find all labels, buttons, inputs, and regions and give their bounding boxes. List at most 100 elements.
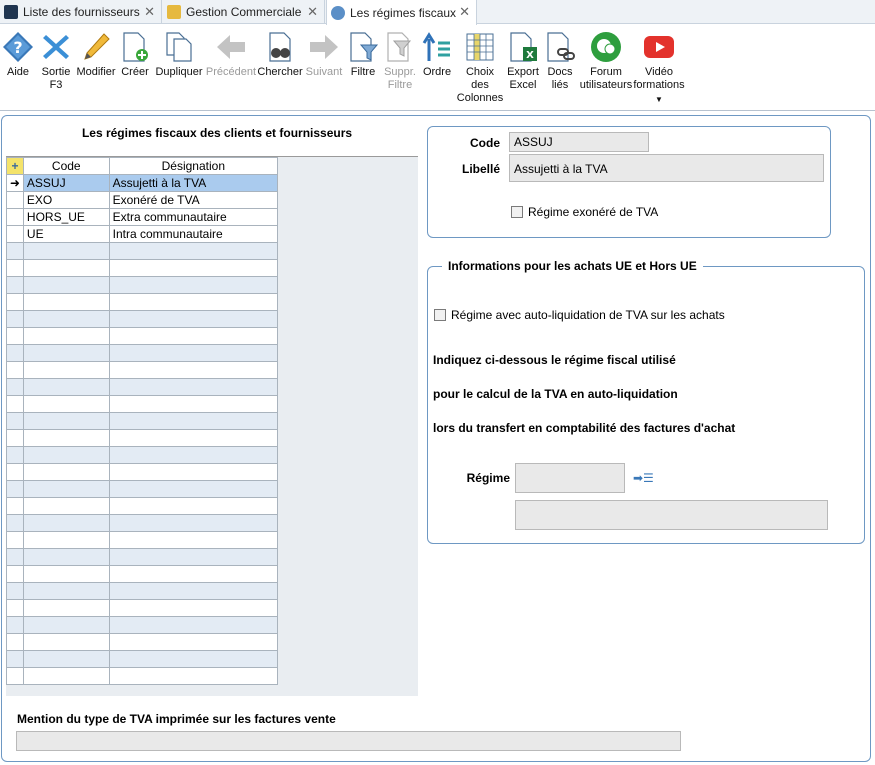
tab-regimes-fiscaux[interactable]: Les régimes fiscaux ✕ [326,0,477,25]
empty-cell[interactable] [22,565,110,583]
empty-cell[interactable] [6,310,24,328]
empty-cell[interactable] [22,497,110,515]
empty-table-row[interactable] [6,293,279,311]
empty-cell[interactable] [22,650,110,668]
empty-table-row[interactable] [6,582,279,600]
empty-table-row[interactable] [6,344,279,362]
checkbox-box[interactable] [511,206,523,218]
empty-cell[interactable] [6,650,24,668]
empty-table-row[interactable] [6,548,279,566]
empty-cell[interactable] [6,344,24,362]
empty-cell[interactable] [22,616,110,634]
empty-cell[interactable] [6,463,24,481]
suivant-button[interactable]: Suivant [304,31,344,79]
empty-cell[interactable] [22,531,110,549]
empty-cell[interactable] [108,310,279,328]
empty-cell[interactable] [6,395,24,413]
empty-table-row[interactable] [6,480,279,498]
empty-cell[interactable] [108,667,279,685]
empty-cell[interactable] [6,259,24,277]
cell-code[interactable]: ASSUJ [22,174,110,192]
empty-cell[interactable] [108,531,279,549]
empty-cell[interactable] [108,616,279,634]
empty-table-row[interactable] [6,616,279,634]
aide-button[interactable]: ? Aide [3,31,33,79]
empty-table-row[interactable] [6,378,279,396]
video-formations-button[interactable]: Vidéo formations ▼ [632,31,686,106]
column-header-code[interactable]: Code [22,157,110,175]
empty-table-row[interactable] [6,565,279,583]
ordre-button[interactable]: Ordre [421,31,453,79]
empty-table-row[interactable] [6,310,279,328]
empty-cell[interactable] [108,650,279,668]
docs-lies-button[interactable]: Docs liés [544,31,576,92]
empty-table-row[interactable] [6,242,279,260]
empty-cell[interactable] [6,412,24,430]
empty-cell[interactable] [6,242,24,260]
autoliquidation-checkbox[interactable]: Régime avec auto-liquidation de TVA sur … [434,308,725,322]
empty-cell[interactable] [6,429,24,447]
empty-cell[interactable] [22,480,110,498]
regimes-grid[interactable]: + Code Désignation ➜ ASSUJ Assujetti à l… [6,156,418,696]
empty-cell[interactable] [22,514,110,532]
close-icon[interactable]: ✕ [144,4,155,20]
dupliquer-button[interactable]: Dupliquer [154,31,204,79]
empty-table-row[interactable] [6,412,279,430]
empty-table-row[interactable] [6,463,279,481]
empty-cell[interactable] [22,344,110,362]
creer-button[interactable]: Créer [119,31,151,79]
modifier-button[interactable]: Modifier [76,31,116,79]
empty-table-row[interactable] [6,514,279,532]
empty-cell[interactable] [108,548,279,566]
empty-cell[interactable] [108,361,279,379]
empty-cell[interactable] [108,293,279,311]
tab-gestion-commerciale[interactable]: Gestion Commerciale ✕ [163,0,325,24]
code-field[interactable]: ASSUJ [509,132,649,152]
empty-table-row[interactable] [6,429,279,447]
empty-cell[interactable] [108,242,279,260]
empty-table-row[interactable] [6,667,279,685]
empty-cell[interactable] [6,293,24,311]
choix-colonnes-button[interactable]: Choix des Colonnes [457,31,503,105]
empty-cell[interactable] [108,463,279,481]
empty-cell[interactable] [6,327,24,345]
empty-cell[interactable] [108,599,279,617]
cell-code[interactable]: UE [22,225,110,243]
sortie-button[interactable]: Sortie F3 [40,31,72,92]
filtre-button[interactable]: Filtre [348,31,379,79]
empty-cell[interactable] [22,633,110,651]
forum-button[interactable]: Forum utilisateurs [579,31,633,92]
empty-table-row[interactable] [6,650,279,668]
empty-cell[interactable] [108,633,279,651]
empty-cell[interactable] [22,293,110,311]
empty-cell[interactable] [6,548,24,566]
empty-cell[interactable] [22,395,110,413]
close-icon[interactable]: ✕ [307,4,318,20]
empty-table-row[interactable] [6,446,279,464]
empty-cell[interactable] [108,565,279,583]
empty-table-row[interactable] [6,395,279,413]
empty-cell[interactable] [22,548,110,566]
suppr-filtre-button[interactable]: Suppr. Filtre [383,31,417,92]
empty-cell[interactable] [22,310,110,328]
empty-table-row[interactable] [6,276,279,294]
close-icon[interactable]: ✕ [459,4,470,20]
empty-cell[interactable] [22,412,110,430]
empty-cell[interactable] [22,259,110,277]
empty-table-row[interactable] [6,327,279,345]
empty-cell[interactable] [22,599,110,617]
empty-cell[interactable] [108,514,279,532]
empty-cell[interactable] [6,667,24,685]
cell-code[interactable]: EXO [22,191,110,209]
table-row[interactable]: UE Intra communautaire [6,225,279,243]
empty-cell[interactable] [6,531,24,549]
empty-cell[interactable] [108,480,279,498]
cell-designation[interactable]: Exonéré de TVA [108,191,279,209]
empty-cell[interactable] [22,276,110,294]
empty-cell[interactable] [22,463,110,481]
add-row-icon[interactable]: + [6,157,24,175]
empty-cell[interactable] [108,378,279,396]
tab-liste-fournisseurs[interactable]: Liste des fournisseurs ✕ [0,0,162,24]
regime-field[interactable] [515,463,625,493]
table-row[interactable]: ➜ ASSUJ Assujetti à la TVA [6,174,279,192]
